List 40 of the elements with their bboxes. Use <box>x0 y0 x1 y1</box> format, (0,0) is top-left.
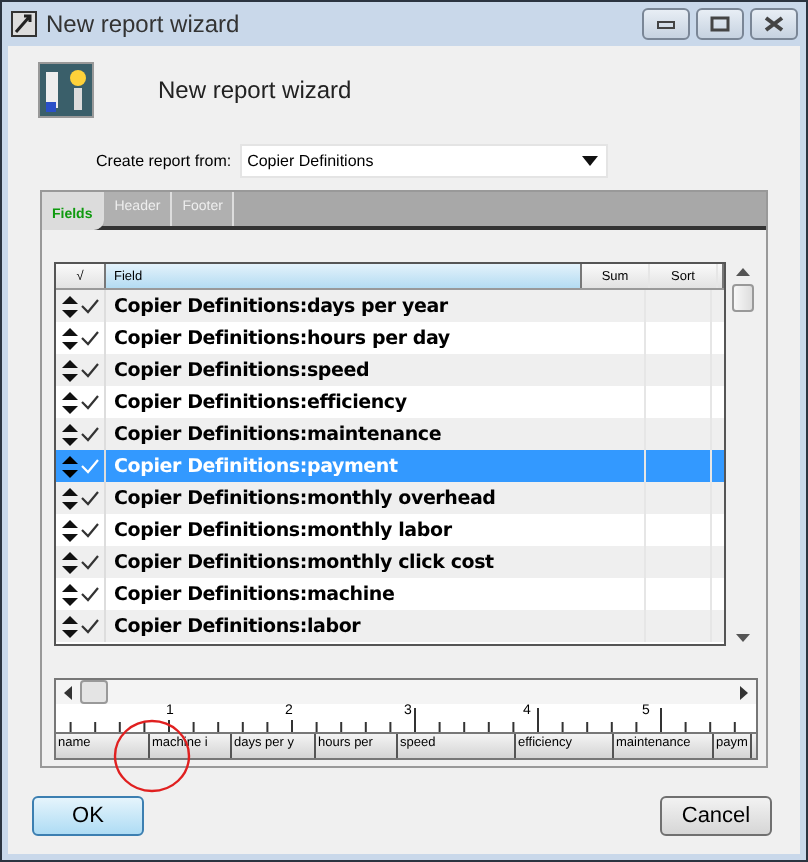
wizard-icon <box>38 62 94 118</box>
reorder-icon <box>61 487 77 509</box>
wizard-title: New report wizard <box>158 76 352 104</box>
reorder-icon <box>61 519 77 541</box>
field-row[interactable]: Copier Definitions:days per year <box>56 290 725 322</box>
field-row[interactable]: Copier Definitions:monthly overhead <box>56 482 725 514</box>
reorder-icon <box>61 551 77 573</box>
maximize-icon <box>710 16 730 32</box>
reorder-icon <box>61 423 77 445</box>
horizontal-scrollbar[interactable] <box>56 680 756 704</box>
field-row[interactable]: Copier Definitions:labor <box>56 610 725 642</box>
minimize-button[interactable] <box>642 8 690 40</box>
reorder-icon <box>61 391 77 413</box>
source-label: Create report from: <box>96 152 232 170</box>
close-icon <box>764 16 784 32</box>
cancel-button[interactable]: Cancel <box>660 796 772 836</box>
field-name: Copier Definitions:labor <box>104 610 580 642</box>
source-dropdown[interactable]: Copier Definitions <box>239 144 608 178</box>
reorder-icon <box>61 295 77 317</box>
maximize-button[interactable] <box>696 8 744 40</box>
close-button[interactable] <box>750 8 798 40</box>
scroll-left-icon <box>64 685 72 699</box>
scroll-up-icon <box>735 268 750 276</box>
scroll-down-icon <box>735 634 750 642</box>
scroll-thumb[interactable] <box>731 284 754 312</box>
scroll-thumb[interactable] <box>80 680 108 704</box>
scroll-right-icon <box>740 685 748 699</box>
ok-button[interactable]: OK <box>32 796 144 836</box>
reorder-icon <box>61 359 77 381</box>
window-title: New report wizard <box>46 10 240 38</box>
reorder-icon <box>61 615 77 637</box>
field-row[interactable]: Copier Definitions:maintenance <box>56 418 725 450</box>
minimize-icon <box>656 18 676 30</box>
reorder-icon <box>61 455 77 477</box>
dropdown-arrow-icon <box>581 156 598 166</box>
reorder-icon <box>61 583 77 605</box>
reorder-icon <box>61 327 77 349</box>
field-row[interactable]: Copier Definitions:speed <box>56 354 725 386</box>
field-row[interactable]: Copier Definitions:monthly click cost <box>56 546 725 578</box>
app-icon <box>10 10 38 38</box>
